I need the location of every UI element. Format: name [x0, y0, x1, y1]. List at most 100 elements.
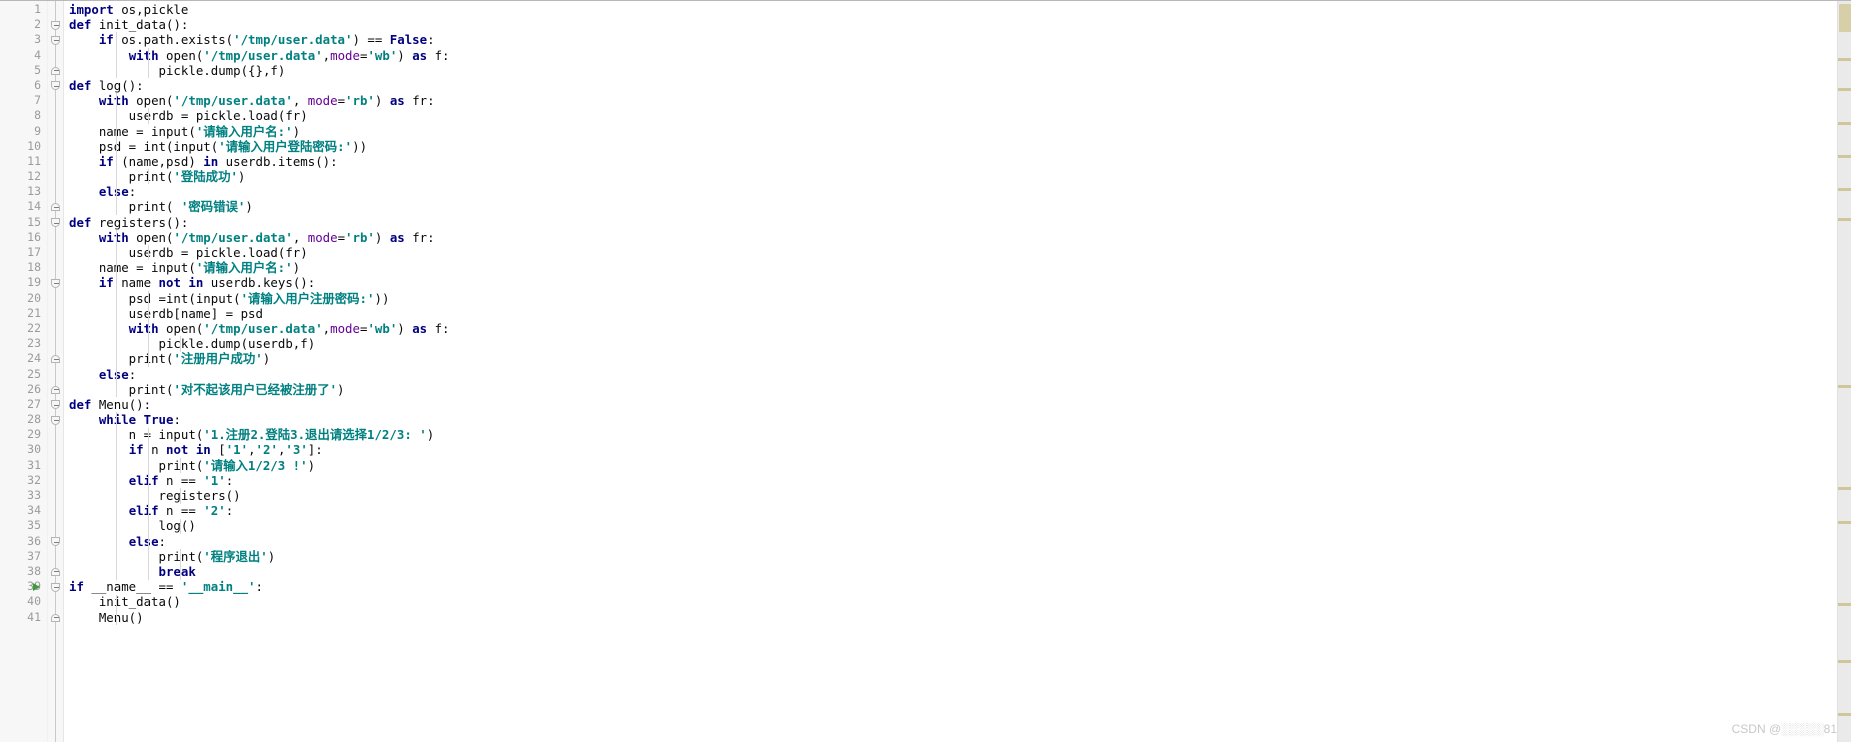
code-folding-gutter[interactable]: [48, 0, 64, 742]
code-line-7[interactable]: with open('/tmp/user.data', mode='rb') a…: [64, 93, 984, 108]
fold-row-2[interactable]: [48, 17, 63, 32]
fold-collapse-icon[interactable]: [51, 415, 60, 425]
line-number-31[interactable]: 31: [0, 458, 47, 473]
code-line-23[interactable]: pickle.dump(userdb,f): [64, 336, 984, 351]
code-line-1[interactable]: import os,pickle: [64, 2, 984, 17]
line-number-6[interactable]: 6: [0, 78, 47, 93]
line-number-14[interactable]: 14: [0, 199, 47, 214]
line-number-36[interactable]: 36: [0, 534, 47, 549]
line-number-15[interactable]: 15: [0, 215, 47, 230]
line-number-38[interactable]: 38: [0, 564, 47, 579]
scrollbar-warning-mark-8[interactable]: [1838, 521, 1851, 524]
code-line-9[interactable]: name = input('请输入用户名:'): [64, 124, 984, 139]
line-number-3[interactable]: 3: [0, 32, 47, 47]
code-line-21[interactable]: userdb[name] = psd: [64, 306, 984, 321]
fold-region-end-icon[interactable]: [51, 355, 60, 364]
scrollbar-warning-mark-1[interactable]: [1838, 88, 1851, 91]
line-number-35[interactable]: 35: [0, 518, 47, 533]
fold-collapse-icon[interactable]: [51, 81, 60, 91]
code-line-16[interactable]: with open('/tmp/user.data', mode='rb') a…: [64, 230, 984, 245]
code-line-20[interactable]: psd =int(input('请输入用户注册密码:')): [64, 291, 984, 306]
line-number-39[interactable]: 39: [0, 579, 47, 594]
line-number-16[interactable]: 16: [0, 230, 47, 245]
code-line-10[interactable]: psd = int(input('请输入用户登陆密码:')): [64, 139, 984, 154]
fold-region-end-icon[interactable]: [51, 613, 60, 622]
fold-collapse-icon[interactable]: [51, 537, 60, 547]
scrollbar-warning-mark-5[interactable]: [1838, 218, 1851, 221]
line-number-25[interactable]: 25: [0, 367, 47, 382]
fold-row-28[interactable]: [48, 412, 63, 427]
code-line-40[interactable]: init_data(): [64, 594, 984, 609]
line-number-7[interactable]: 7: [0, 93, 47, 108]
fold-row-36[interactable]: [48, 534, 63, 549]
code-line-3[interactable]: if os.path.exists('/tmp/user.data') == F…: [64, 32, 984, 47]
line-number-20[interactable]: 20: [0, 291, 47, 306]
line-number-32[interactable]: 32: [0, 473, 47, 488]
fold-row-26[interactable]: [48, 382, 63, 397]
line-number-40[interactable]: 40: [0, 594, 47, 609]
fold-collapse-icon[interactable]: [51, 400, 60, 410]
scrollbar-warning-mark-2[interactable]: [1838, 122, 1851, 125]
code-line-25[interactable]: else:: [64, 367, 984, 382]
code-line-38[interactable]: break: [64, 564, 984, 579]
vertical-scrollbar[interactable]: [1837, 0, 1851, 742]
code-line-22[interactable]: with open('/tmp/user.data',mode='wb') as…: [64, 321, 984, 336]
code-line-14[interactable]: print( '密码错误'): [64, 199, 984, 214]
line-number-8[interactable]: 8: [0, 108, 47, 123]
code-line-24[interactable]: print('注册用户成功'): [64, 351, 984, 366]
scrollbar-warning-mark-11[interactable]: [1838, 713, 1851, 716]
fold-collapse-icon[interactable]: [51, 20, 60, 30]
code-line-4[interactable]: with open('/tmp/user.data',mode='wb') as…: [64, 48, 984, 63]
fold-row-14[interactable]: [48, 199, 63, 214]
code-line-39[interactable]: if __name__ == '__main__':: [64, 579, 984, 594]
line-number-18[interactable]: 18: [0, 260, 47, 275]
line-number-30[interactable]: 30: [0, 442, 47, 457]
code-line-29[interactable]: n = input('1.注册2.登陆3.退出请选择1/2/3: '): [64, 427, 984, 442]
line-number-1[interactable]: 1: [0, 2, 47, 17]
line-number-22[interactable]: 22: [0, 321, 47, 336]
run-arrow-icon[interactable]: [33, 582, 40, 591]
code-line-34[interactable]: elif n == '2':: [64, 503, 984, 518]
fold-collapse-icon[interactable]: [51, 35, 60, 45]
code-line-15[interactable]: def registers():: [64, 215, 984, 230]
line-number-41[interactable]: 41: [0, 610, 47, 625]
line-number-13[interactable]: 13: [0, 184, 47, 199]
scrollbar-warning-mark-7[interactable]: [1838, 487, 1851, 490]
code-line-30[interactable]: if n not in ['1','2','3']:: [64, 442, 984, 457]
line-number-34[interactable]: 34: [0, 503, 47, 518]
fold-region-end-icon[interactable]: [51, 203, 60, 212]
scrollbar-warning-mark-0[interactable]: [1838, 58, 1851, 61]
fold-region-end-icon[interactable]: [51, 385, 60, 394]
line-number-24[interactable]: 24: [0, 351, 47, 366]
fold-row-39[interactable]: [48, 579, 63, 594]
code-line-33[interactable]: registers(): [64, 488, 984, 503]
fold-row-24[interactable]: [48, 351, 63, 366]
line-number-28[interactable]: 28: [0, 412, 47, 427]
code-line-2[interactable]: def init_data():: [64, 17, 984, 32]
fold-collapse-icon[interactable]: [51, 218, 60, 228]
fold-row-6[interactable]: [48, 78, 63, 93]
fold-row-5[interactable]: [48, 63, 63, 78]
code-line-32[interactable]: elif n == '1':: [64, 473, 984, 488]
scrollbar-warning-mark-9[interactable]: [1838, 603, 1851, 606]
fold-collapse-icon[interactable]: [51, 582, 60, 592]
line-number-12[interactable]: 12: [0, 169, 47, 184]
line-number-5[interactable]: 5: [0, 63, 47, 78]
code-line-11[interactable]: if (name,psd) in userdb.items():: [64, 154, 984, 169]
fold-region-end-icon[interactable]: [51, 567, 60, 576]
code-content-area[interactable]: import os,pickle def init_data(): if os.p…: [64, 0, 984, 742]
code-line-37[interactable]: print('程序退出'): [64, 549, 984, 564]
code-line-19[interactable]: if name not in userdb.keys():: [64, 275, 984, 290]
line-number-17[interactable]: 17: [0, 245, 47, 260]
line-number-23[interactable]: 23: [0, 336, 47, 351]
line-number-11[interactable]: 11: [0, 154, 47, 169]
line-number-21[interactable]: 21: [0, 306, 47, 321]
code-line-27[interactable]: def Menu():: [64, 397, 984, 412]
line-number-10[interactable]: 10: [0, 139, 47, 154]
code-line-13[interactable]: else:: [64, 184, 984, 199]
line-number-gutter[interactable]: 1 2 3 4 5 6 7 8 9 10 11 12 13 14 15 16 17 18 19 20 21 22 23 24 2…: [0, 0, 48, 742]
code-line-28[interactable]: while True:: [64, 412, 984, 427]
code-line-5[interactable]: pickle.dump({},f): [64, 63, 984, 78]
code-line-41[interactable]: Menu(): [64, 610, 984, 625]
fold-row-15[interactable]: [48, 215, 63, 230]
